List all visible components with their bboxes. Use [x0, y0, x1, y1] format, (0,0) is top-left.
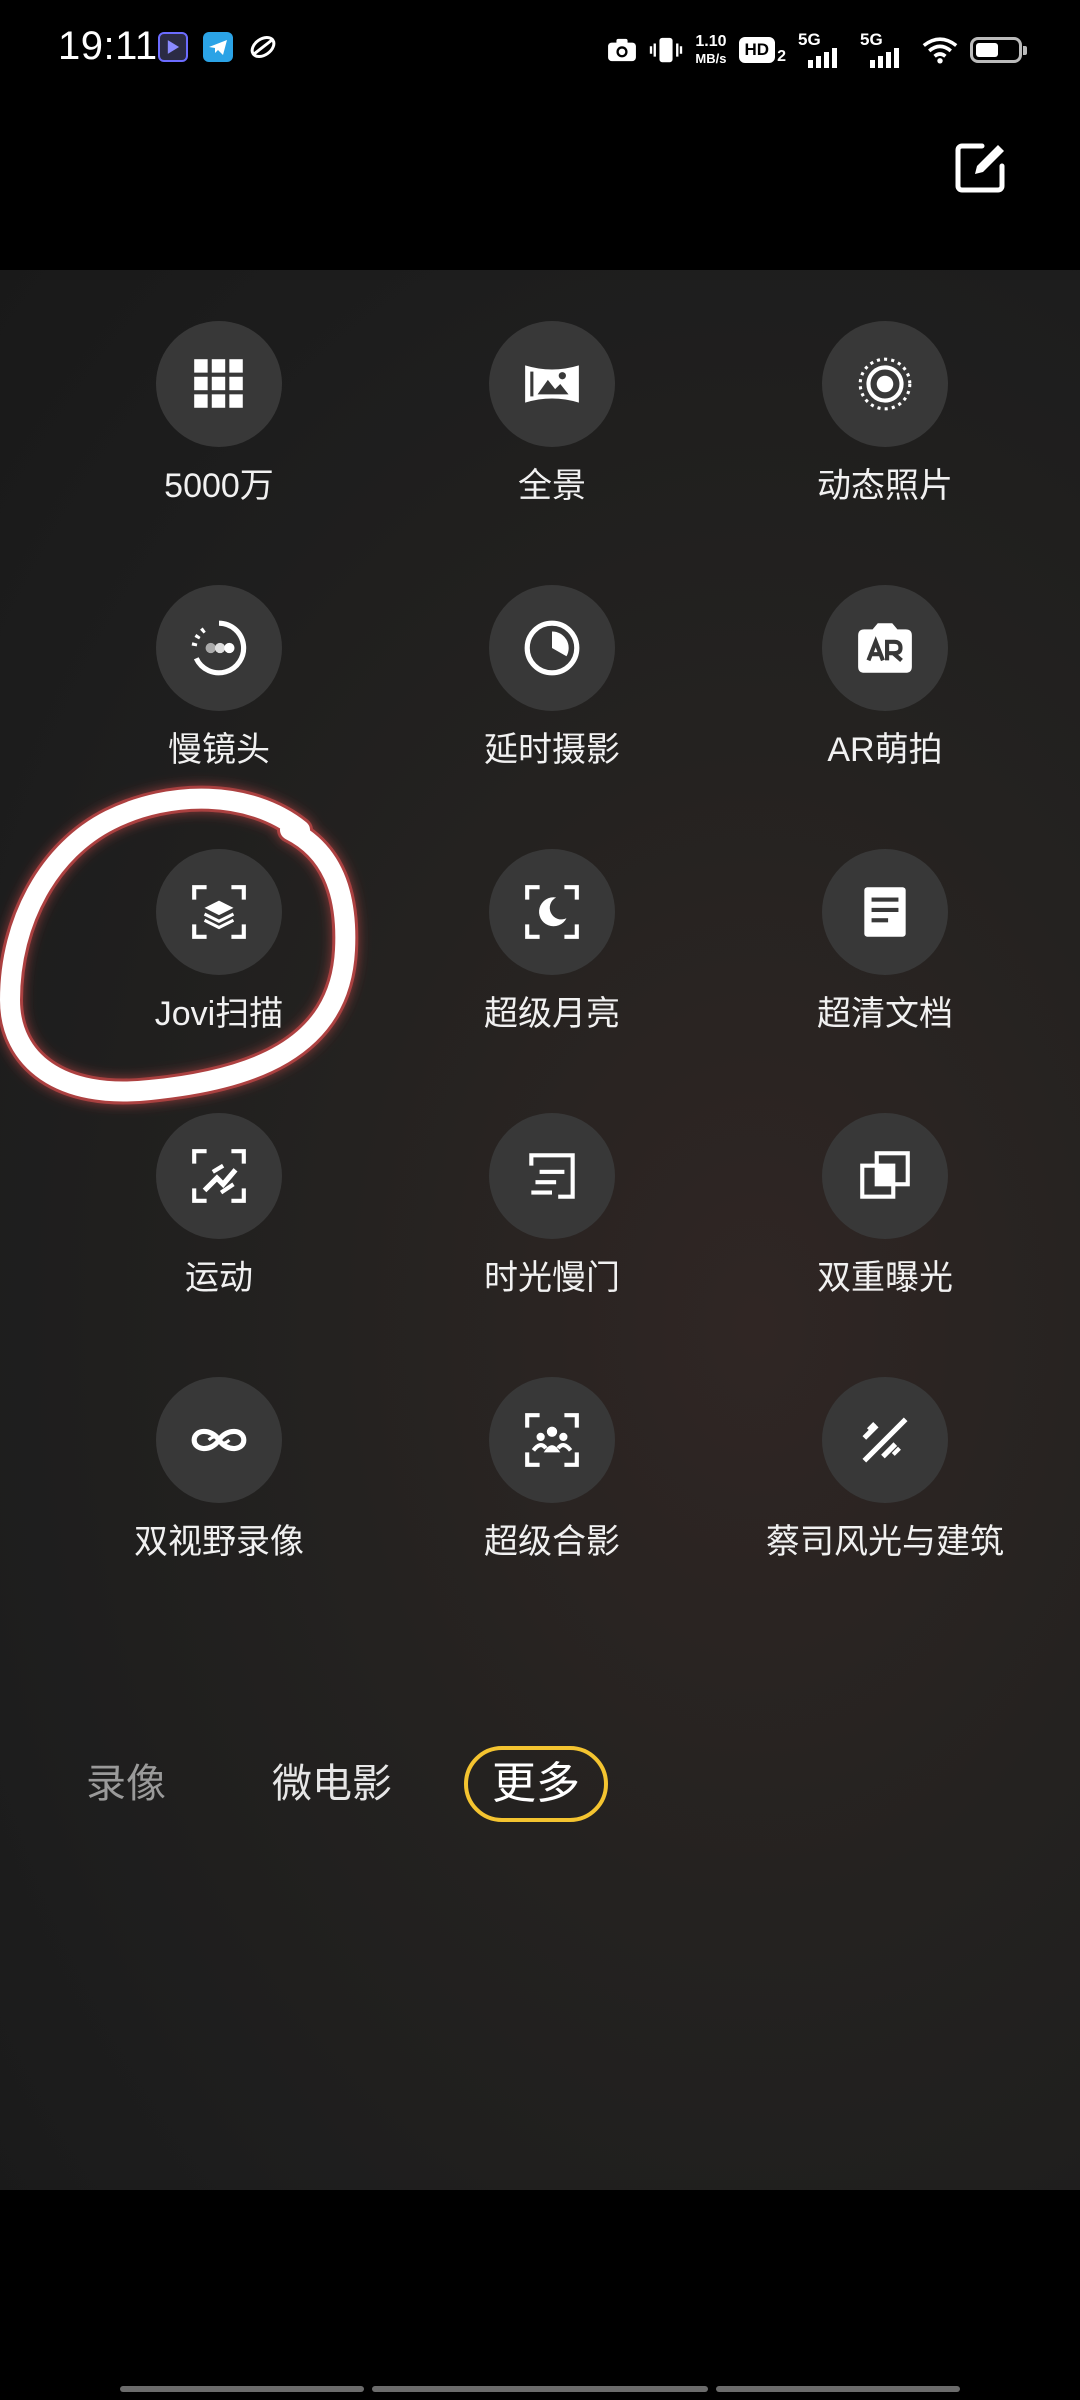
mode-tabs: 录像 微电影 更多 — [0, 1746, 1080, 1826]
navigation-bar — [0, 2190, 1080, 2400]
document-icon — [822, 849, 948, 975]
timelapse-icon — [489, 585, 615, 711]
mode-label: 慢镜头 — [168, 731, 270, 769]
app-notification-icon — [248, 32, 278, 62]
status-time: 19:11 — [58, 24, 158, 68]
mode-tile[interactable]: 超级合影 — [402, 1326, 702, 1561]
vibrate-icon — [650, 37, 683, 63]
hd-voice-badge: HD — [738, 37, 776, 63]
mode-label: 双视野录像 — [134, 1523, 304, 1561]
mode-label: 5000万 — [164, 467, 274, 505]
mode-label: 超级合影 — [484, 1523, 620, 1561]
landscape-icon — [822, 1377, 948, 1503]
mode-tile[interactable]: 超级月亮 — [402, 798, 702, 1033]
mode-tile[interactable]: 5000万 — [69, 270, 369, 505]
sport-icon — [156, 1113, 282, 1239]
mode-tile[interactable]: 超清文档 — [735, 798, 1035, 1033]
status-indicators: 1.10 MB/s HD 2 5G 5G — [607, 28, 1027, 72]
telegram-icon — [203, 32, 233, 62]
slow-shutter-icon — [489, 1113, 615, 1239]
edit-icon — [955, 143, 1005, 193]
dual-view-icon — [156, 1377, 282, 1503]
group-photo-icon — [489, 1377, 615, 1503]
mode-label: 双重曝光 — [817, 1259, 953, 1297]
sim1-label: 5G — [798, 30, 821, 49]
mode-label: 全景 — [518, 467, 586, 505]
mode-label: 延时摄影 — [484, 731, 620, 769]
mode-label: Jovi扫描 — [154, 995, 284, 1033]
tab-video[interactable]: 录像 — [86, 1746, 166, 1822]
mode-label: 蔡司风光与建筑 — [766, 1523, 1004, 1561]
nav-segment — [120, 2386, 364, 2392]
panorama-icon — [489, 321, 615, 447]
mode-tile[interactable]: 运动 — [69, 1062, 369, 1297]
ar-icon — [822, 585, 948, 711]
mode-label: 运动 — [185, 1259, 253, 1297]
nav-segment — [716, 2386, 960, 2392]
tab-micro-film[interactable]: 微电影 — [272, 1746, 392, 1822]
mode-tile[interactable]: 双重曝光 — [735, 1062, 1035, 1297]
scan-icon — [156, 849, 282, 975]
edit-button[interactable] — [950, 138, 1010, 198]
mode-tile[interactable]: 时光慢门 — [402, 1062, 702, 1297]
mode-panel: 5000万 全景 动态照片 慢镜头 延时摄影 AR萌拍 Jovi扫描 超级月亮 … — [0, 270, 1080, 2190]
camera-more-modes-screen: 19:11 1.10 MB/s HD 2 5G 5G 5000万 全景 动态照片… — [0, 0, 1080, 2400]
mode-label: 超级月亮 — [484, 995, 620, 1033]
camera-icon — [608, 38, 637, 62]
mode-label: AR萌拍 — [827, 731, 943, 769]
hd-sub: 2 — [777, 48, 786, 65]
mode-tile[interactable]: 延时摄影 — [402, 534, 702, 769]
mode-label: 超清文档 — [817, 995, 953, 1033]
network-speed: 1.10 MB/s — [695, 33, 726, 67]
mode-tile[interactable]: Jovi扫描 — [69, 798, 369, 1033]
mode-label: 动态照片 — [817, 467, 953, 505]
mode-tile[interactable]: 双视野录像 — [69, 1326, 369, 1561]
mode-label: 时光慢门 — [484, 1259, 620, 1297]
mode-tile[interactable]: 动态照片 — [735, 270, 1035, 505]
wifi-icon — [922, 37, 958, 64]
battery-icon — [970, 37, 1027, 63]
mode-tile[interactable]: 蔡司风光与建筑 — [735, 1326, 1035, 1561]
double-exposure-icon — [822, 1113, 948, 1239]
status-bar: 19:11 1.10 MB/s HD 2 5G 5G — [0, 0, 1080, 100]
mode-tile[interactable]: 全景 — [402, 270, 702, 505]
sim2-label: 5G — [860, 30, 883, 49]
live-photo-icon — [822, 321, 948, 447]
mode-tile[interactable]: AR萌拍 — [735, 534, 1035, 769]
sim2-signal: 5G — [860, 30, 910, 70]
nav-segment — [372, 2386, 708, 2392]
speed-unit: MB/s — [695, 51, 727, 66]
sim1-signal: 5G — [798, 30, 848, 70]
slow-motion-icon — [156, 585, 282, 711]
grid-icon — [156, 321, 282, 447]
speed-value: 1.10 — [695, 33, 727, 50]
app-notification-icon — [158, 32, 188, 62]
mode-tile[interactable]: 慢镜头 — [69, 534, 369, 769]
moon-icon — [489, 849, 615, 975]
mode-grid: 5000万 全景 动态照片 慢镜头 延时摄影 AR萌拍 Jovi扫描 超级月亮 … — [0, 270, 1080, 1570]
hd-label: HD — [744, 40, 770, 59]
tab-more[interactable]: 更多 — [464, 1746, 608, 1822]
